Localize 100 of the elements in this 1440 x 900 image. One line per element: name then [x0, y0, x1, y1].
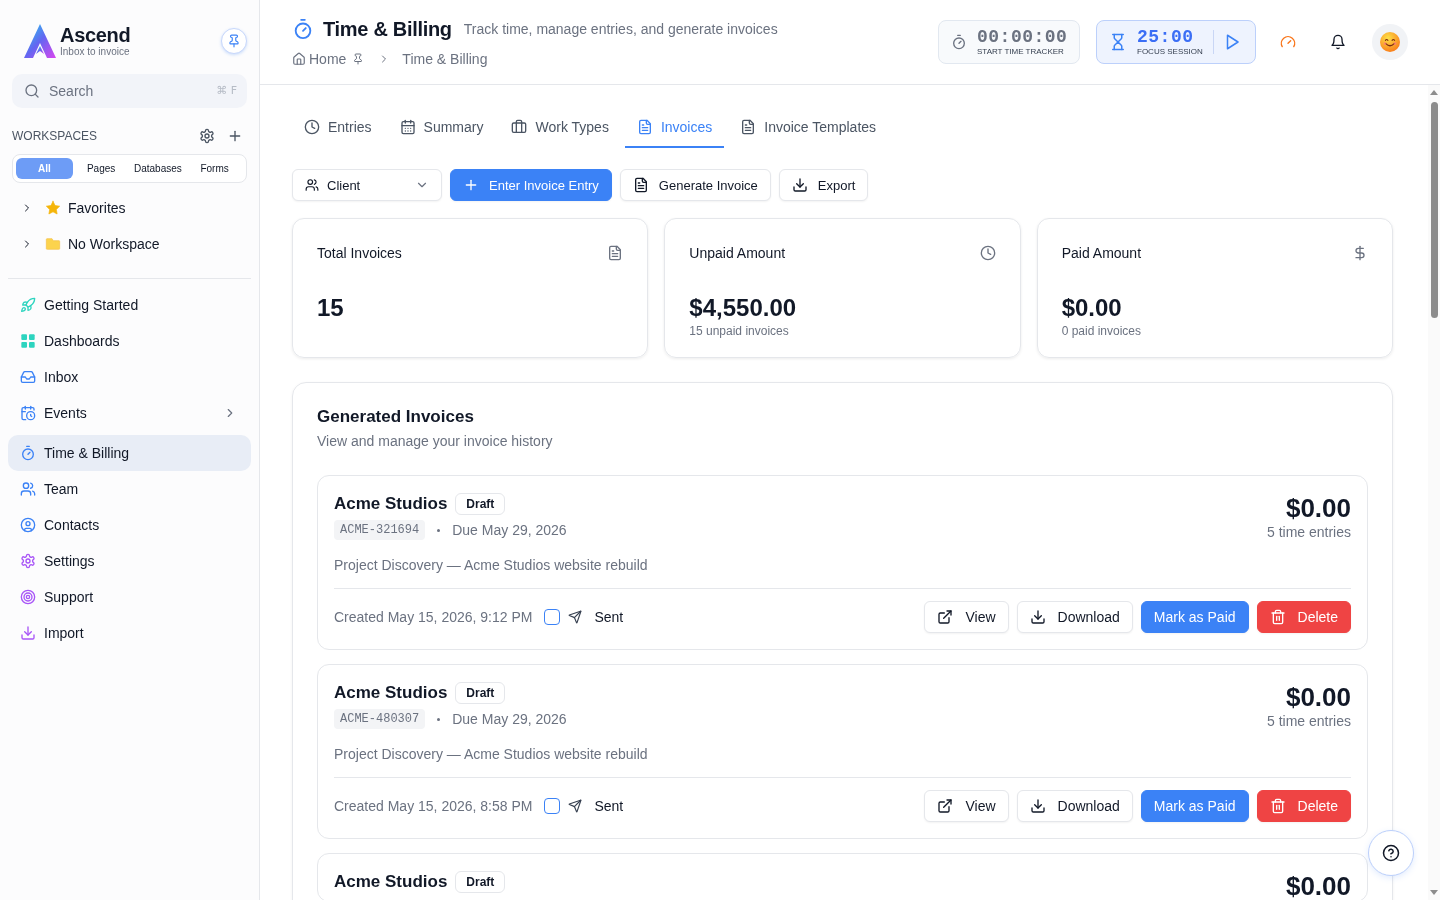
users-icon [305, 178, 319, 192]
workspace-settings-button[interactable] [199, 128, 215, 144]
send-icon [568, 799, 583, 813]
external-link-icon [937, 609, 954, 625]
pin-sidebar-button[interactable] [221, 28, 247, 54]
nav-item[interactable]: Team [8, 471, 251, 507]
action-button[interactable]: Mark as Paid [1140, 790, 1249, 822]
filter-tab[interactable]: Forms [186, 158, 243, 179]
nav-item[interactable]: Inbox [8, 359, 251, 395]
toolbar-button[interactable]: Generate Invoice [619, 169, 771, 201]
nav-item[interactable]: Getting Started [8, 287, 251, 323]
section-label: WORKSPACES [12, 129, 98, 143]
toolbar-button[interactable]: Export [778, 169, 869, 201]
gauge-button[interactable] [1280, 34, 1296, 50]
invoice-description: Project Discovery — Acme Studios website rebuild [334, 745, 648, 764]
invoice-amount: $0.00 [1285, 682, 1351, 712]
breadcrumb-link[interactable]: Home [292, 51, 347, 67]
stat-title: Total Invoices [317, 245, 402, 261]
notifications-button[interactable] [1330, 34, 1346, 50]
brand-tagline: Inbox to invoice [60, 45, 131, 58]
invoice-description: Project Discovery — Acme Studios website rebuild [334, 556, 648, 575]
dollar-icon [1352, 245, 1368, 261]
focus-timer: 25:00 [1137, 27, 1194, 47]
shortcut-hint: ⌘ F [216, 84, 237, 98]
stat-value: 15 [317, 293, 345, 323]
tab[interactable]: Invoice Templates [728, 108, 889, 148]
document-icon [740, 119, 757, 135]
nav-label: Import [44, 625, 84, 641]
nav-item[interactable]: Time & Billing [8, 435, 251, 471]
nav-label: Getting Started [44, 297, 139, 313]
stat-value: $0.00 [1061, 293, 1123, 323]
action-button[interactable]: Delete [1256, 601, 1351, 633]
settings-icon [20, 553, 36, 569]
grid-icon [20, 333, 36, 349]
logo-icon [24, 24, 56, 58]
folder-icon [45, 236, 61, 252]
trash-icon [1269, 609, 1286, 625]
help-button[interactable] [1368, 830, 1414, 876]
client-dropdown[interactable]: Client [292, 169, 442, 201]
bullet-icon [437, 528, 441, 532]
action-button[interactable]: View [924, 790, 1009, 822]
tree-item[interactable]: Favorites [8, 190, 251, 226]
user-circle-icon [20, 517, 36, 533]
tab[interactable]: Invoices [624, 108, 725, 148]
download-icon [791, 177, 808, 193]
stat-title: Paid Amount [1061, 245, 1142, 261]
pin-icon [227, 34, 241, 48]
home-icon [292, 52, 306, 66]
plus-icon [227, 128, 243, 144]
plus-icon [463, 177, 479, 193]
nav-item[interactable]: Contacts [8, 507, 251, 543]
document-icon [632, 177, 649, 193]
nav-item[interactable]: Events [8, 395, 251, 431]
sent-checkbox[interactable] [544, 609, 561, 625]
tree-item[interactable]: No Workspace [8, 226, 251, 262]
smiley-icon [1380, 32, 1400, 52]
users-icon [20, 481, 36, 497]
tab[interactable]: Entries [292, 108, 384, 148]
scrollbar[interactable] [1428, 85, 1440, 900]
nav-item[interactable]: Settings [8, 543, 251, 579]
filter-tab[interactable]: Databases [129, 158, 187, 179]
gauge-icon [1280, 34, 1296, 50]
stat-note: 0 paid invoices [1061, 323, 1143, 339]
panel-subtitle: View and manage your invoice history [317, 432, 554, 451]
nav-label: Contacts [44, 517, 100, 533]
sent-label: Sent [594, 609, 624, 625]
avatar-button[interactable] [1372, 24, 1408, 60]
action-button[interactable]: Download [1016, 601, 1133, 633]
scroll-down-icon [1430, 890, 1438, 895]
briefcase-icon [511, 119, 528, 135]
sent-checkbox[interactable] [544, 798, 561, 814]
stat-title: Unpaid Amount [689, 245, 786, 261]
inbox-icon [20, 369, 36, 385]
action-button[interactable]: Download [1016, 790, 1133, 822]
toolbar-button[interactable]: Enter Invoice Entry [450, 169, 612, 201]
nav-item[interactable]: Import [8, 615, 251, 651]
action-button[interactable]: View [924, 601, 1009, 633]
nav-item[interactable]: Dashboards [8, 323, 251, 359]
stat-note: 15 unpaid invoices [689, 323, 790, 339]
tab[interactable]: Work Types [499, 108, 621, 148]
pin-icon [352, 53, 365, 65]
nav-item[interactable]: Support [8, 579, 251, 615]
add-workspace-button[interactable] [227, 128, 243, 144]
tab[interactable]: Summary [387, 108, 496, 148]
due-date: Due May 29, 2026 [452, 522, 567, 538]
stat-value: $4,550.00 [689, 293, 798, 323]
time-tracker-button[interactable]: 00:00:00 START TIME TRACKER [938, 20, 1080, 64]
client-name: Acme Studios [334, 683, 448, 703]
external-link-icon [937, 798, 954, 814]
scrollbar-thumb[interactable] [1430, 102, 1438, 318]
action-button[interactable]: Delete [1256, 790, 1351, 822]
clock-icon [304, 119, 320, 135]
tree-label: No Workspace [68, 236, 160, 252]
entry-count: 5 time entries [1266, 712, 1351, 730]
action-button[interactable]: Mark as Paid [1140, 601, 1249, 633]
due-date: Due May 29, 2026 [452, 711, 567, 727]
status-badge: Draft [455, 682, 506, 704]
nav-label: Dashboards [44, 333, 120, 349]
filter-tab[interactable]: Pages [72, 158, 130, 179]
calendar-icon [399, 119, 416, 135]
